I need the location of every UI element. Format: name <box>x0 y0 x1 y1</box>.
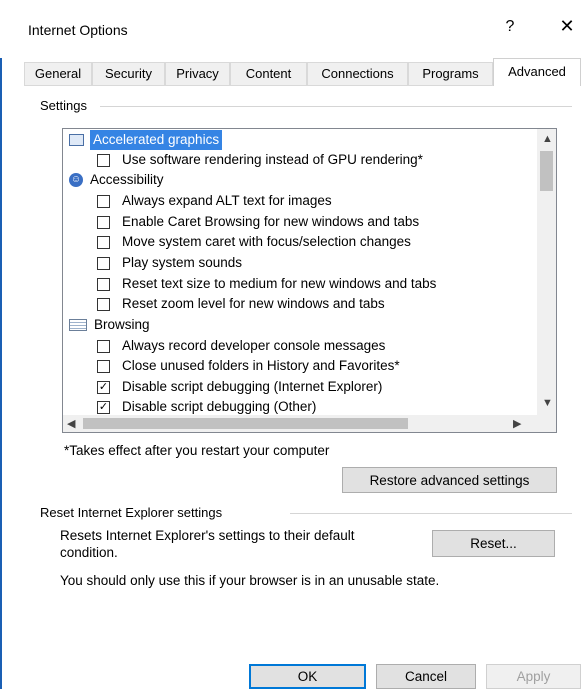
reset-group-label: Reset Internet Explorer settings <box>40 505 229 520</box>
option-label: Reset text size to medium for new window… <box>122 276 437 291</box>
reset-warning: You should only use this if your browser… <box>60 573 440 588</box>
scroll-down-icon[interactable]: ▼ <box>542 397 553 409</box>
option-label: Always expand ALT text for images <box>122 193 332 208</box>
checkbox[interactable] <box>97 340 110 353</box>
reset-description-line1: Resets Internet Explorer's settings to t… <box>60 528 355 543</box>
accessibility-icon: ☺ <box>69 173 83 187</box>
scroll-left-icon[interactable]: ◀ <box>67 417 75 430</box>
option-label: Disable script debugging (Internet Explo… <box>122 379 383 394</box>
category-label: Accelerated graphics <box>90 130 223 150</box>
checkbox[interactable] <box>97 278 110 291</box>
option-label: Disable script debugging (Other) <box>122 399 317 414</box>
option-label: Always record developer console messages <box>122 338 386 353</box>
tab-advanced[interactable]: Advanced <box>493 58 581 86</box>
scroll-right-icon[interactable]: ▶ <box>513 417 521 430</box>
option-label: Use software rendering instead of GPU re… <box>122 152 423 167</box>
checkbox[interactable] <box>97 195 110 208</box>
vertical-scroll-thumb[interactable] <box>540 151 553 191</box>
reset-description-line2: condition. <box>60 545 118 560</box>
tab-content[interactable]: Content <box>230 62 307 85</box>
option-label: Move system caret with focus/selection c… <box>122 234 411 249</box>
category-label: Browsing <box>94 317 150 332</box>
window-left-edge <box>0 0 2 689</box>
cancel-button[interactable]: Cancel <box>376 664 476 689</box>
option-label: Reset zoom level for new windows and tab… <box>122 296 385 311</box>
title-bar: Internet Options ? ✕ <box>0 0 581 58</box>
restore-advanced-settings-button[interactable]: Restore advanced settings <box>342 467 557 493</box>
tab-general[interactable]: General <box>24 62 92 85</box>
checkbox[interactable] <box>97 257 110 270</box>
apply-button[interactable]: Apply <box>486 664 581 689</box>
reset-button[interactable]: Reset... <box>432 530 555 557</box>
checkbox-checked[interactable]: ✓ <box>97 381 110 394</box>
scroll-up-icon[interactable]: ▲ <box>542 133 553 145</box>
checkbox[interactable] <box>97 360 110 373</box>
window-title: Internet Options <box>28 22 128 38</box>
settings-group-line <box>100 106 572 107</box>
settings-group-label: Settings <box>40 98 93 113</box>
page-icon <box>69 319 87 331</box>
restart-note: *Takes effect after you restart your com… <box>64 443 330 458</box>
close-button[interactable]: ✕ <box>556 16 578 37</box>
tab-connections[interactable]: Connections <box>307 62 408 85</box>
monitor-icon <box>69 134 84 146</box>
option-label: Close unused folders in History and Favo… <box>122 358 400 373</box>
option-label: Enable Caret Browsing for new windows an… <box>122 214 420 229</box>
vertical-scrollbar[interactable]: ▲ ▼ <box>537 129 556 415</box>
horizontal-scrollbar[interactable]: ◀ ▶ <box>63 415 556 432</box>
help-button[interactable]: ? <box>500 18 520 36</box>
checkbox[interactable] <box>97 154 110 167</box>
checkbox-checked[interactable]: ✓ <box>97 401 110 414</box>
settings-listbox[interactable]: Accelerated graphics Use software render… <box>62 128 557 433</box>
checkbox[interactable] <box>97 298 110 311</box>
category-label: Accessibility <box>90 172 164 187</box>
checkbox[interactable] <box>97 216 110 229</box>
reset-group-line <box>290 513 572 514</box>
tab-programs[interactable]: Programs <box>408 62 493 85</box>
horizontal-scroll-thumb[interactable] <box>83 418 408 429</box>
ok-button[interactable]: OK <box>249 664 366 689</box>
tab-security[interactable]: Security <box>92 62 165 85</box>
checkbox[interactable] <box>97 236 110 249</box>
option-label: Play system sounds <box>122 255 243 270</box>
tab-privacy[interactable]: Privacy <box>165 62 230 85</box>
